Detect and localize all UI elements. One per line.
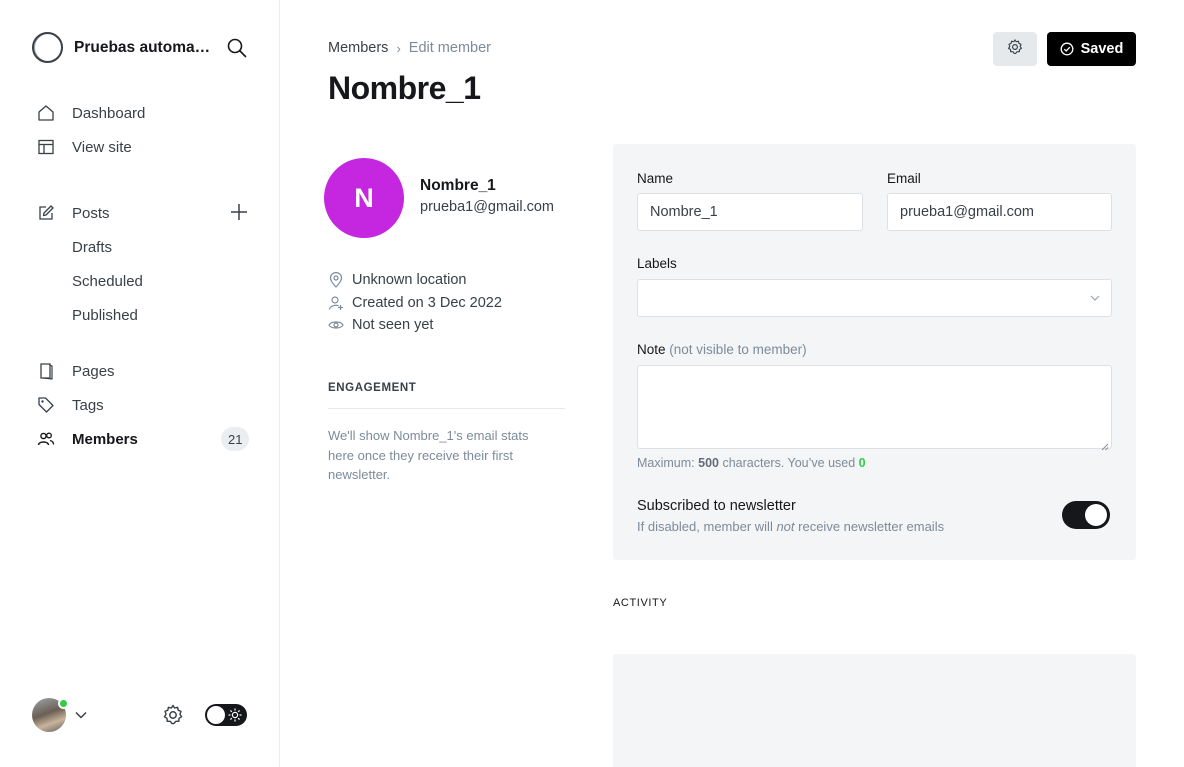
activity-panel <box>613 654 1136 767</box>
sun-icon <box>228 708 242 722</box>
eye-icon <box>328 317 344 333</box>
nav-members-label: Members <box>72 430 138 448</box>
member-location: Unknown location <box>352 272 467 288</box>
tag-icon <box>36 395 56 415</box>
site-logo-icon <box>32 32 63 63</box>
breadcrumb-members-link[interactable]: Members <box>328 40 388 56</box>
nav-view-site[interactable]: View site <box>36 134 132 160</box>
sidebar: Pruebas automa… Dashboard View site Post… <box>0 0 280 767</box>
labels-select[interactable] <box>637 279 1112 317</box>
nav-members[interactable]: Members <box>36 426 138 452</box>
newsletter-desc: If disabled, member will not receive new… <box>637 519 944 534</box>
member-name: Nombre_1 <box>420 177 496 194</box>
name-input[interactable]: Nombre_1 <box>637 193 863 231</box>
members-icon <box>36 429 56 449</box>
home-icon <box>36 103 56 123</box>
email-input[interactable]: prueba1@gmail.com <box>887 193 1112 231</box>
resize-handle-icon[interactable] <box>1101 438 1109 451</box>
search-icon[interactable] <box>226 37 248 59</box>
nav-posts[interactable]: Posts <box>36 200 110 226</box>
nav-scheduled-label: Scheduled <box>72 272 143 290</box>
engagement-heading: ENGAGEMENT <box>328 382 417 394</box>
note-label: Note (not visible to member) <box>637 342 807 357</box>
member-avatar: N <box>324 158 404 238</box>
activity-heading: ACTIVITY <box>613 597 668 609</box>
member-seen-row: Not seen yet <box>328 317 433 333</box>
layout-icon <box>36 137 56 157</box>
nav-view-site-label: View site <box>72 138 132 156</box>
site-title: Pruebas automa… <box>74 38 211 56</box>
chevron-down-icon <box>1089 292 1101 304</box>
brand[interactable]: Pruebas automa… <box>32 32 214 63</box>
counter-mid: characters. You’ve used <box>718 456 859 470</box>
edit-icon <box>36 203 56 223</box>
check-circle-icon <box>1060 42 1074 56</box>
members-count-badge: 21 <box>221 427 250 451</box>
email-label: Email <box>887 171 921 186</box>
nav-published[interactable]: Published <box>72 302 138 328</box>
newsletter-desc-2: receive newsletter emails <box>794 519 945 534</box>
member-form-card: Name Nombre_1 Email prueba1@gmail.com La… <box>613 144 1136 560</box>
breadcrumb-current: Edit member <box>408 40 491 56</box>
nav-dashboard[interactable]: Dashboard <box>36 100 145 126</box>
newsletter-title: Subscribed to newsletter <box>637 498 796 514</box>
newsletter-toggle[interactable] <box>1062 501 1110 529</box>
theme-toggle-knob <box>207 706 225 724</box>
note-char-counter: Maximum: 500 characters. You’ve used 0 <box>637 456 866 470</box>
name-label: Name <box>637 171 674 186</box>
newsletter-toggle-knob <box>1085 504 1107 526</box>
newsletter-desc-1: If disabled, member will <box>637 519 777 534</box>
user-add-icon <box>328 295 344 311</box>
counter-used: 0 <box>858 456 866 470</box>
nav-published-label: Published <box>72 306 138 324</box>
nav-dashboard-label: Dashboard <box>72 104 146 122</box>
breadcrumb: Members › Edit member <box>328 40 491 56</box>
settings-gear-icon[interactable] <box>161 703 185 727</box>
engagement-divider <box>328 408 565 409</box>
member-actions-button[interactable] <box>993 32 1037 66</box>
engagement-text: We'll show Nombre_1's email stats here o… <box>328 428 529 482</box>
note-textarea[interactable] <box>637 365 1112 451</box>
labels-label: Labels <box>637 256 677 271</box>
saved-button[interactable]: Saved <box>1047 32 1136 66</box>
nav-tags-label: Tags <box>72 396 104 414</box>
nav-drafts-label: Drafts <box>72 238 113 256</box>
chevron-down-icon[interactable] <box>74 708 88 722</box>
page-title: Nombre_1 <box>328 70 481 106</box>
new-post-plus-icon[interactable] <box>228 201 250 223</box>
nav-posts-label: Posts <box>72 204 110 222</box>
member-email: prueba1@gmail.com <box>420 199 555 215</box>
note-label-text: Note <box>637 342 666 357</box>
nav-drafts[interactable]: Drafts <box>72 234 112 260</box>
nav-pages-label: Pages <box>72 362 115 380</box>
breadcrumb-separator: › <box>396 40 401 56</box>
online-status-dot <box>58 698 69 709</box>
main-content: Members › Edit member Nombre_1 Saved N N… <box>280 0 1184 767</box>
member-created-row: Created on 3 Dec 2022 <box>328 295 502 311</box>
gear-icon <box>1006 38 1024 61</box>
counter-max: 500 <box>698 456 719 470</box>
member-seen: Not seen yet <box>352 317 434 333</box>
nav-scheduled[interactable]: Scheduled <box>72 268 143 294</box>
sidebar-footer <box>32 698 248 732</box>
newsletter-desc-em: not <box>776 519 795 534</box>
pages-icon <box>36 361 56 381</box>
saved-button-label: Saved <box>1080 41 1124 57</box>
counter-prefix: Maximum: <box>637 456 699 470</box>
location-pin-icon <box>328 272 344 288</box>
nav-tags[interactable]: Tags <box>36 392 104 418</box>
theme-toggle[interactable] <box>205 704 247 726</box>
nav-pages[interactable]: Pages <box>36 358 115 384</box>
member-location-row: Unknown location <box>328 272 466 288</box>
note-hint: (not visible to member) <box>669 342 807 357</box>
member-created: Created on 3 Dec 2022 <box>352 295 502 311</box>
